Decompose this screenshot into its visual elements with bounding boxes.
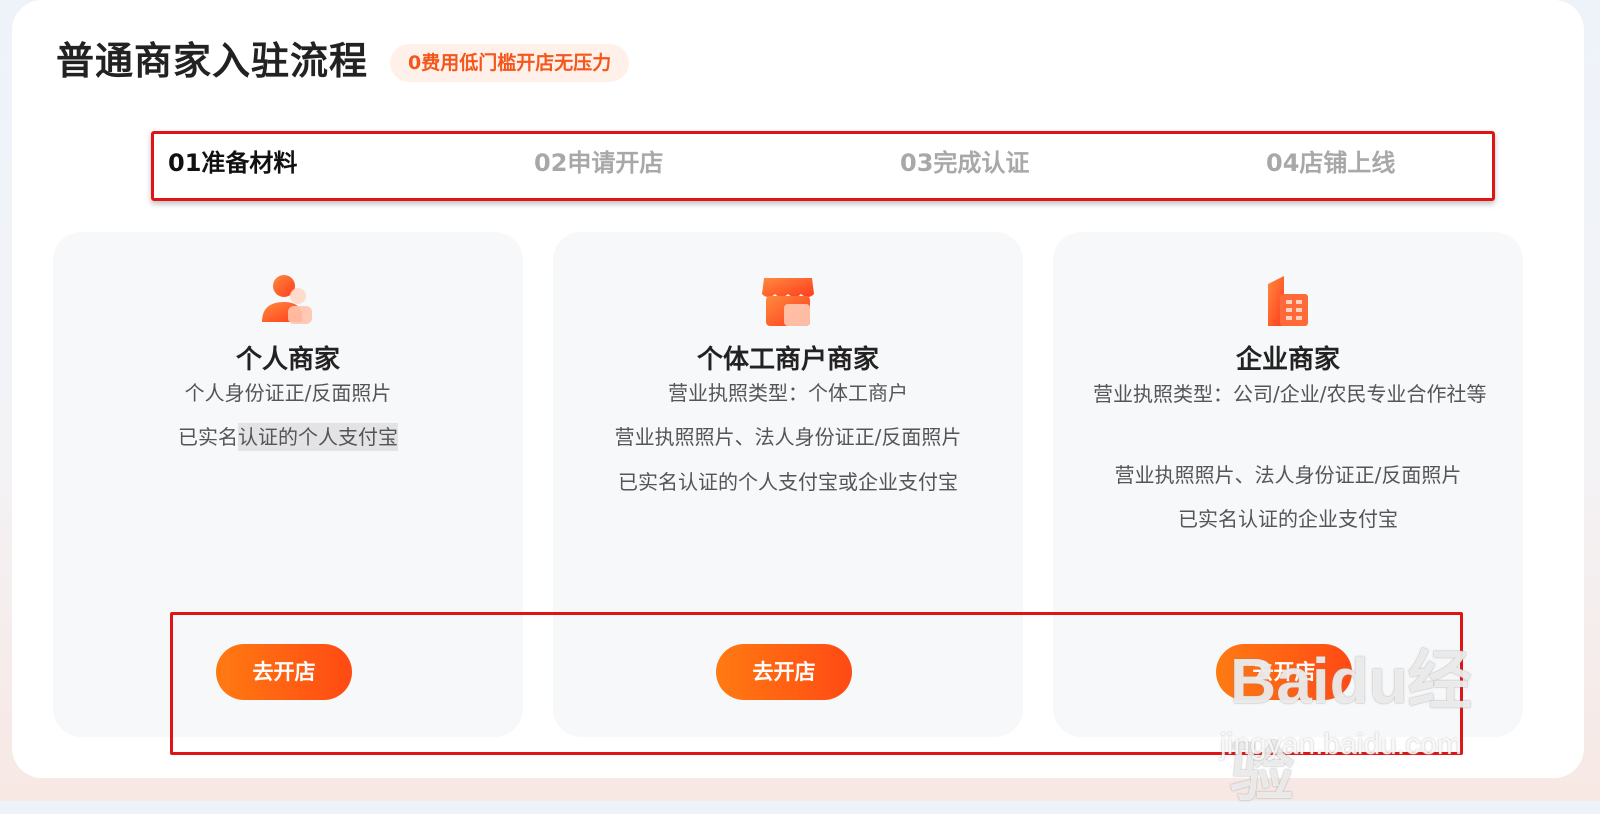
requirement-text: 营业执照照片、法人身份证正/反面照片 (1114, 463, 1462, 487)
promo-badge: 0费用低门槛开店无压力 (390, 44, 630, 82)
requirement-text: 营业执照类型：公司/企业/农民专业合作社等 (1093, 382, 1487, 406)
page-title: 普通商家入驻流程 (56, 39, 369, 83)
step-apply-store[interactable]: 02申请开店 (534, 146, 663, 180)
card-title: 个人商家 (235, 345, 340, 375)
requirement-text-part: 已实名 (178, 425, 238, 449)
requirement-text: 已实名认证的企业支付宝 (1178, 507, 1398, 531)
step-prepare-materials[interactable]: 01准备材料 (168, 146, 297, 180)
card-title: 企业商家 (1235, 345, 1340, 375)
building-icon (1268, 276, 1308, 326)
requirement-text: 个人身份证正/反面照片 (184, 381, 392, 405)
requirement-text: 已实名认证的个人支付宝 (73, 422, 503, 452)
card-title: 个体工商户商家 (696, 345, 879, 375)
step-complete-verification[interactable]: 03完成认证 (900, 146, 1029, 180)
requirement-text: 已实名认证的个人支付宝或企业支付宝 (618, 470, 958, 494)
person-icon (262, 275, 312, 324)
buttons-highlight-box (170, 612, 1463, 755)
shop-icon (762, 278, 814, 326)
requirement-text: 营业执照照片、法人身份证正/反面照片 (614, 425, 962, 449)
step-store-online[interactable]: 04店铺上线 (1266, 146, 1395, 180)
requirement-text: 营业执照类型：个体工商户 (668, 381, 908, 405)
requirement-text-highlight: 认证的个人支付宝 (238, 423, 398, 451)
